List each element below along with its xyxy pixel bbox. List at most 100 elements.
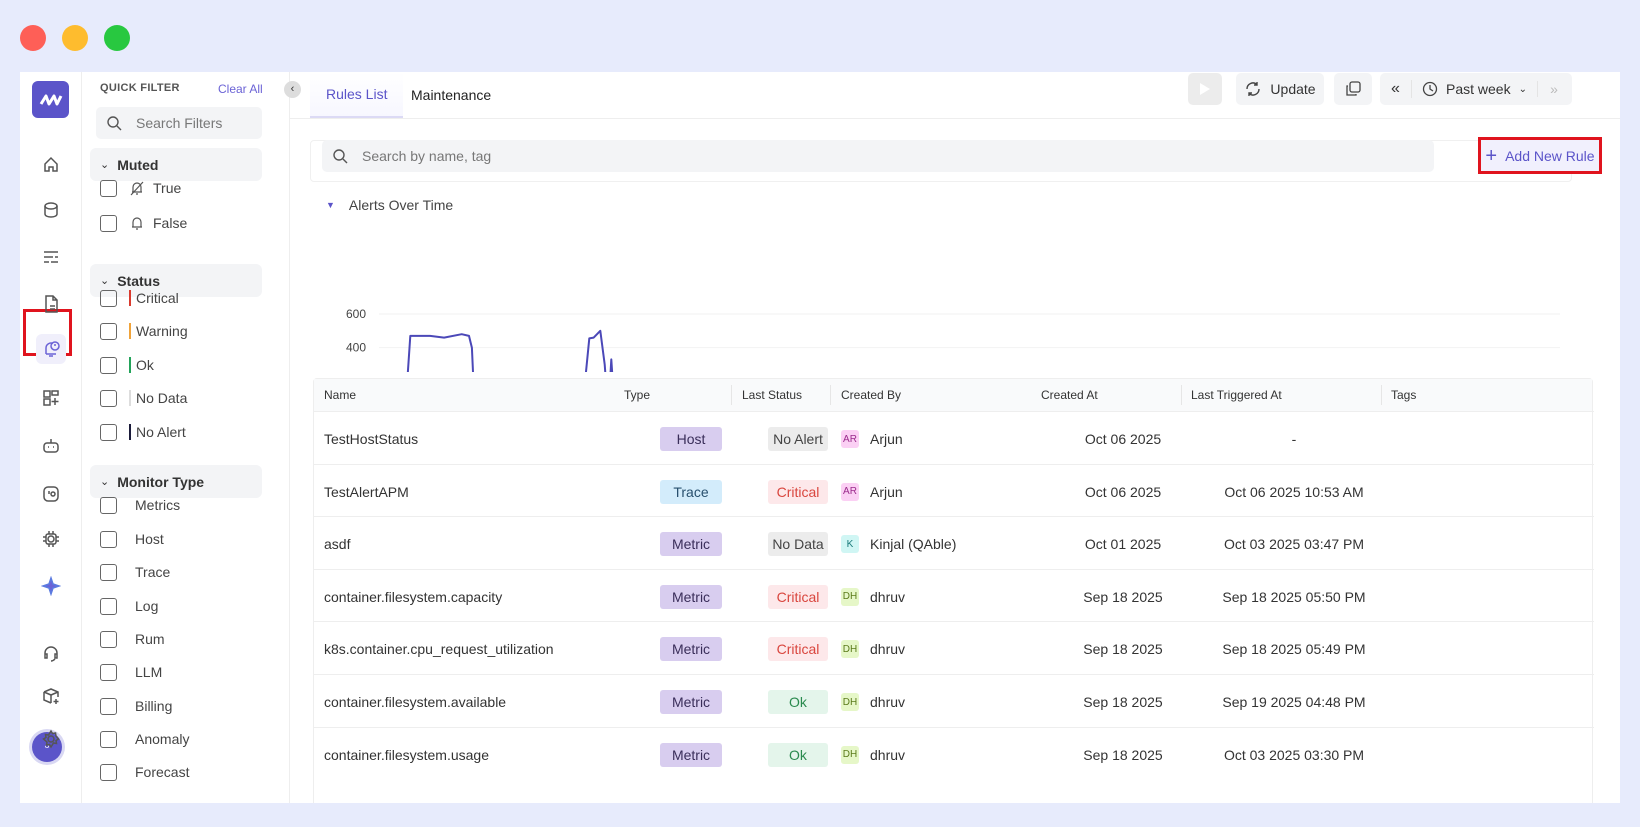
rail-user-monitor-button[interactable] bbox=[38, 481, 64, 507]
checkbox[interactable] bbox=[100, 663, 117, 681]
filter-option[interactable]: Anomaly bbox=[100, 729, 189, 749]
rail-dashboard-add-button[interactable] bbox=[38, 385, 64, 411]
rule-name[interactable]: container.filesystem.usage bbox=[324, 728, 489, 782]
filter-option[interactable]: Critical bbox=[100, 288, 179, 308]
checkbox[interactable] bbox=[100, 763, 117, 781]
checkbox[interactable] bbox=[100, 597, 117, 615]
checkbox[interactable] bbox=[100, 563, 117, 581]
rule-name[interactable]: k8s.container.cpu_request_utilization bbox=[324, 622, 554, 676]
filter-option[interactable]: Log bbox=[100, 596, 158, 616]
update-button[interactable]: Update bbox=[1236, 73, 1324, 105]
last-triggered-at: Oct 03 2025 03:30 PM bbox=[1223, 746, 1365, 763]
maximize-window-button[interactable] bbox=[104, 25, 130, 51]
created-by-name: Arjun bbox=[870, 431, 903, 447]
filter-search[interactable]: Search Filters bbox=[96, 107, 262, 139]
add-new-rule-button[interactable]: + Add New Rule bbox=[1478, 137, 1602, 174]
checkbox[interactable] bbox=[100, 322, 117, 340]
minimize-window-button[interactable] bbox=[62, 25, 88, 51]
column-header-last-status[interactable]: Last Status bbox=[742, 379, 802, 411]
table-row[interactable]: k8s.container.cpu_request_utilization Met… bbox=[314, 621, 1594, 676]
filter-option[interactable]: LLM bbox=[100, 662, 162, 682]
rail-package-add-button[interactable] bbox=[38, 683, 64, 709]
filter-section-muted[interactable]: ⌄ Muted bbox=[90, 148, 262, 181]
last-triggered-at: - bbox=[1291, 431, 1297, 447]
table-row[interactable]: container.filesystem.usage Metric Ok DH dhru… bbox=[314, 726, 1594, 782]
rule-search-input[interactable]: Search by name, tag bbox=[322, 140, 1434, 172]
column-header-type[interactable]: Type bbox=[624, 379, 650, 411]
update-label: Update bbox=[1270, 81, 1316, 97]
filter-option[interactable]: False bbox=[100, 213, 187, 233]
table-row[interactable]: TestHostStatus Host No Alert AR Arjun Oct 06 … bbox=[314, 411, 1594, 466]
filter-option[interactable]: Billing bbox=[100, 696, 172, 716]
table-row[interactable]: TestAlertAPM Trace Critical AR Arjun Oct 06 2… bbox=[314, 463, 1594, 519]
filter-option[interactable]: Forecast bbox=[100, 762, 189, 782]
play-button[interactable] bbox=[1188, 73, 1222, 105]
filter-search-placeholder: Search Filters bbox=[136, 115, 223, 131]
checkbox[interactable] bbox=[100, 530, 117, 548]
rail-chip-button[interactable] bbox=[38, 526, 64, 552]
rail-infrastructure-button[interactable] bbox=[38, 197, 64, 223]
filter-option[interactable]: No Alert bbox=[100, 422, 186, 442]
checkbox[interactable] bbox=[100, 389, 117, 407]
filter-option[interactable]: No Data bbox=[100, 388, 187, 408]
column-divider bbox=[1181, 385, 1182, 405]
checkbox[interactable] bbox=[100, 496, 117, 514]
next-range-button[interactable]: » bbox=[1538, 81, 1570, 97]
checkbox[interactable] bbox=[100, 697, 117, 715]
chart-toggle[interactable]: ▼ Alerts Over Time bbox=[326, 197, 453, 213]
filter-option[interactable]: Trace bbox=[100, 562, 170, 582]
add-new-rule-label: Add New Rule bbox=[1505, 147, 1595, 164]
column-header-name[interactable]: Name bbox=[324, 379, 356, 411]
filter-option[interactable]: Rum bbox=[100, 629, 165, 649]
filter-option[interactable]: Metrics bbox=[100, 495, 180, 515]
column-header-tags[interactable]: Tags bbox=[1391, 379, 1416, 411]
rule-name[interactable]: container.filesystem.available bbox=[324, 675, 506, 729]
home-icon bbox=[44, 156, 58, 172]
rail-ai-sparkle-button[interactable] bbox=[38, 573, 64, 599]
table-row[interactable]: container.filesystem.available Metric Ok DH… bbox=[314, 674, 1594, 729]
filter-option[interactable]: Warning bbox=[100, 321, 188, 341]
rail-logs-button[interactable] bbox=[38, 244, 64, 270]
rail-support-button[interactable] bbox=[38, 640, 64, 666]
checkbox[interactable] bbox=[100, 214, 117, 232]
collapse-panel-button[interactable]: ‹ bbox=[284, 81, 301, 98]
created-by-cell: DH dhruv bbox=[841, 675, 905, 729]
checkbox[interactable] bbox=[100, 356, 117, 374]
rule-name[interactable]: TestHostStatus bbox=[324, 412, 418, 466]
brand-logo[interactable] bbox=[32, 81, 69, 118]
column-header-last-triggered-at[interactable]: Last Triggered At bbox=[1191, 379, 1282, 411]
time-range-select[interactable]: Past week ⌄ bbox=[1412, 81, 1538, 97]
previous-range-button[interactable]: « bbox=[1380, 80, 1412, 98]
checkbox[interactable] bbox=[100, 289, 117, 307]
status-color-bar bbox=[129, 323, 131, 339]
rule-name[interactable]: container.filesystem.capacity bbox=[324, 570, 502, 624]
table-row[interactable]: asdf Metric No Data K Kinjal (QAble) Oct 01 2… bbox=[314, 516, 1594, 571]
filter-option[interactable]: Ok bbox=[100, 355, 154, 375]
checkbox[interactable] bbox=[100, 423, 117, 441]
close-window-button[interactable] bbox=[20, 25, 46, 51]
chevron-down-icon: ⌄ bbox=[100, 476, 110, 488]
rule-name[interactable]: asdf bbox=[324, 517, 350, 571]
copy-button[interactable] bbox=[1334, 73, 1372, 105]
rule-name[interactable]: TestAlertAPM bbox=[324, 465, 409, 519]
filter-option[interactable]: Host bbox=[100, 529, 164, 549]
checkbox[interactable] bbox=[100, 630, 117, 648]
refresh-icon bbox=[1246, 82, 1261, 96]
tab-maintenance[interactable]: Maintenance bbox=[395, 72, 507, 118]
status-badge: Critical bbox=[768, 584, 828, 609]
rail-alerts-button[interactable] bbox=[36, 334, 66, 364]
table-row[interactable]: container.filesystem.capacity Metric Criti… bbox=[314, 568, 1594, 624]
filter-section-monitor-type[interactable]: ⌄ Monitor Type bbox=[90, 465, 262, 498]
checkbox[interactable] bbox=[100, 179, 117, 197]
filter-section-label: Status bbox=[117, 272, 161, 289]
column-header-created-by[interactable]: Created By bbox=[841, 379, 901, 411]
rail-document-button[interactable] bbox=[38, 291, 64, 317]
rail-bot-button[interactable] bbox=[38, 433, 64, 459]
tab-rules-list[interactable]: Rules List bbox=[310, 72, 404, 118]
column-header-created-at[interactable]: Created At bbox=[1041, 379, 1098, 411]
clear-all-link[interactable]: Clear All bbox=[218, 82, 263, 96]
rail-settings-button[interactable] bbox=[38, 726, 64, 752]
checkbox[interactable] bbox=[100, 730, 117, 748]
filter-option[interactable]: True bbox=[100, 178, 181, 198]
rail-home-button[interactable] bbox=[38, 151, 64, 177]
